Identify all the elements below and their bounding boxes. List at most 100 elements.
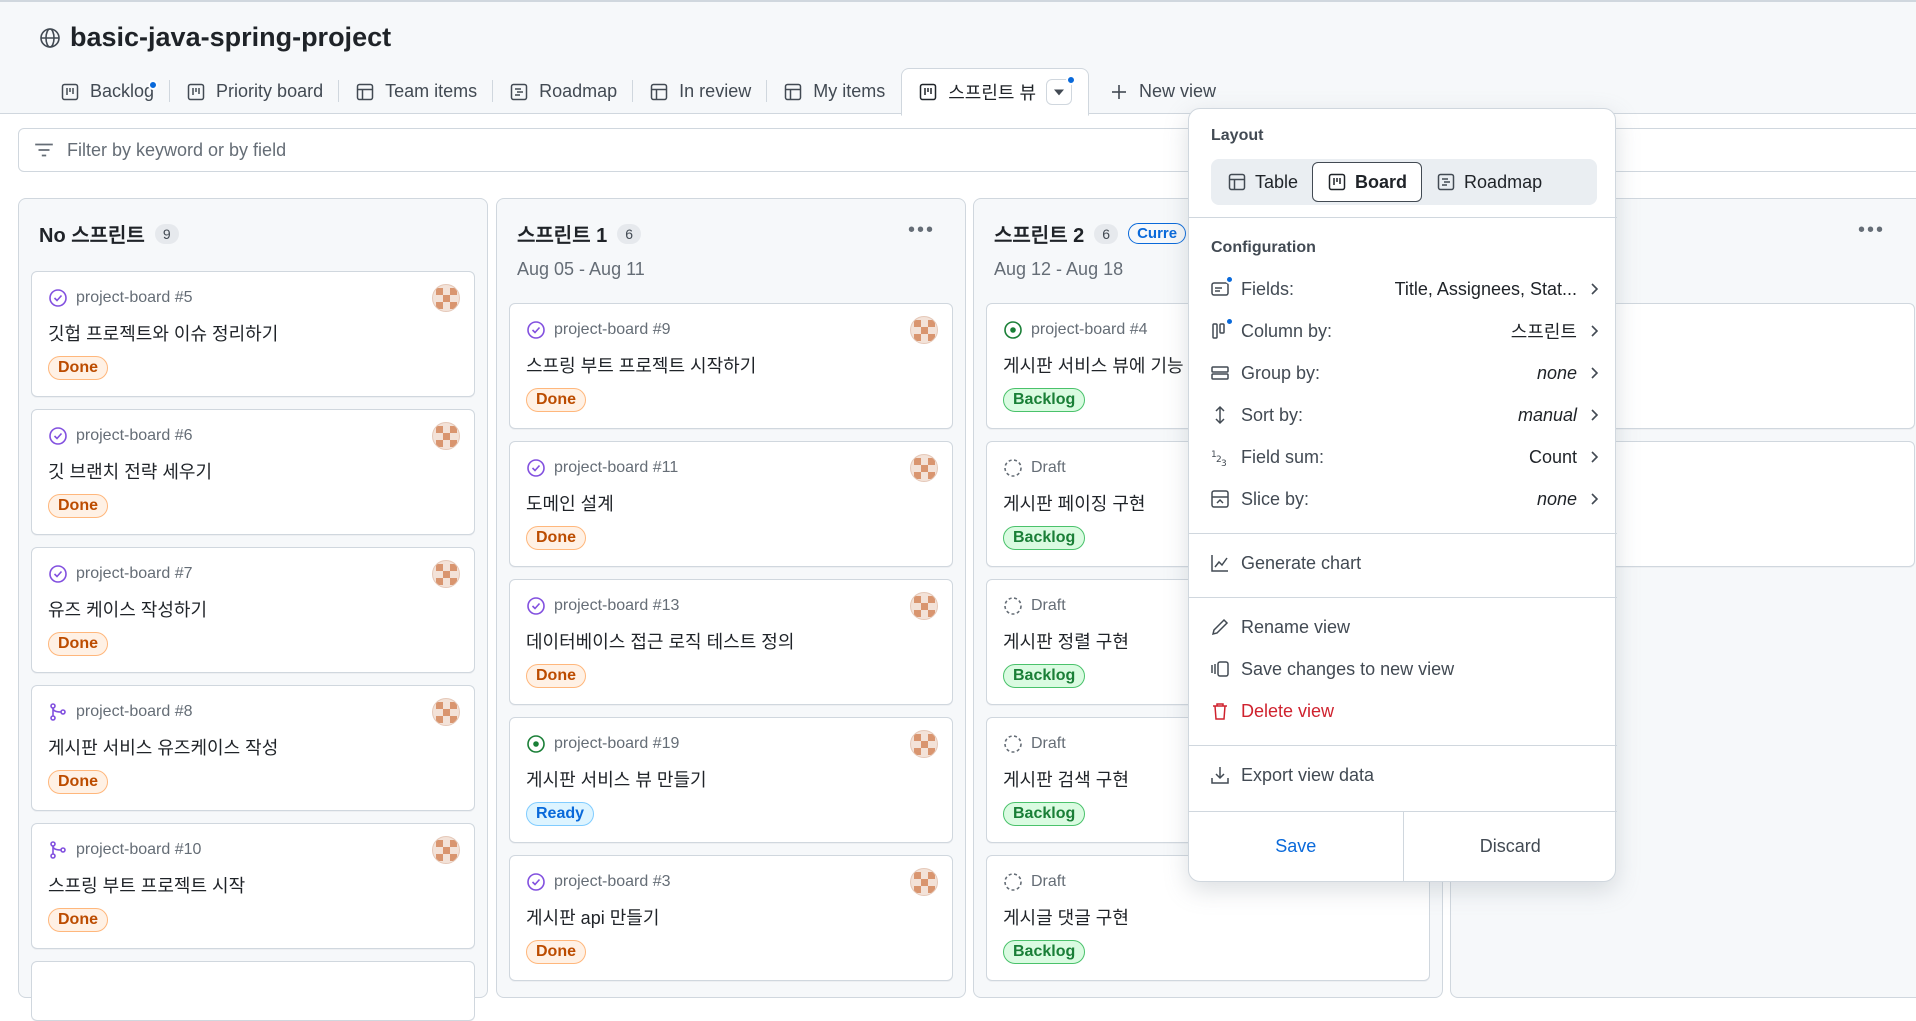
column-count: 9 [154,223,179,244]
column-by-menu-item[interactable]: Column by: 스프린트 [1209,311,1601,351]
status-badge: Done [526,664,586,688]
draft-icon [1004,735,1022,753]
tab-roadmap[interactable]: Roadmap [493,68,634,115]
card-meta: project-board #3 [526,872,671,892]
board-card[interactable]: project-board #9 스프링 부트 프로젝트 시작하기 Done [509,303,953,429]
table-icon [784,83,802,100]
avatar [910,868,938,896]
board-icon [919,83,937,101]
save-new-view-menu-item[interactable]: Save changes to new view [1209,649,1601,689]
board-card[interactable] [31,961,475,1021]
card-ref: Draft [1031,873,1066,890]
export-view-menu-item[interactable]: Export view data [1209,755,1601,795]
card-title: 게시판 api 만들기 [526,908,660,928]
card-ref: project-board #13 [554,597,680,614]
tab-label: In review [679,81,752,101]
group-by-menu-item[interactable]: Group by: none [1209,353,1601,393]
project-title: basic-java-spring-project [70,22,392,52]
board-icon [187,83,205,100]
status-badge: Backlog [1003,664,1086,688]
board-card[interactable]: project-board #10 스프링 부트 프로젝트 시작 Done [31,823,475,949]
tab-my-items[interactable]: My items [767,68,901,115]
tab-priority-board[interactable]: Priority board [170,68,340,115]
unsaved-dot [148,80,158,90]
layout-roadmap-button[interactable]: Roadmap [1422,162,1556,202]
new-view-label: New view [1139,81,1217,101]
board-card[interactable]: project-board #13 데이터베이스 접근 로직 테스트 정의 Do… [509,579,953,705]
sort-icon [1209,404,1231,426]
column-dates: Aug 05 - Aug 11 [517,259,645,279]
field-sum-menu-item[interactable]: 123 Field sum: Count [1209,437,1601,477]
trash-icon [1209,700,1231,722]
column-icon [1209,317,1234,342]
column-title: 스프린트 2 [994,225,1085,247]
column-menu-button[interactable]: ••• [1858,219,1885,242]
board-card[interactable]: project-board #6 깃 브랜치 전략 세우기 Done [31,409,475,535]
status-badge: Done [526,940,586,964]
layout-label-text: Table [1255,171,1299,192]
closed-issue-icon [49,565,67,583]
avatar [432,284,460,312]
slice-by-label: Slice by: [1241,488,1310,509]
tab-label: Priority board [216,81,324,101]
card-meta: project-board #4 [1003,320,1148,340]
generate-chart-label: Generate chart [1241,552,1362,573]
column-title: 스프린트 1 [517,225,608,247]
card-meta: project-board #5 [48,288,193,308]
board-card[interactable]: project-board #5 깃헙 프로젝트와 이슈 정리하기 Done [31,271,475,397]
configuration-label: Configuration [1211,239,1316,256]
column-by-value: 스프린트 [1510,322,1577,342]
column-header: 스프린트 2 6 Curre [994,219,1187,248]
download-icon [1209,764,1231,786]
board-card[interactable]: project-board #8 게시판 서비스 유즈케이스 작성 Done [31,685,475,811]
tab-backlog[interactable]: Backlog [44,68,171,115]
board-card[interactable]: project-board #19 게시판 서비스 뷰 만들기 Ready [509,717,953,843]
tab-sprint-view[interactable]: 스프린트 뷰 [901,68,1090,116]
tab-team-items[interactable]: Team items [339,68,494,115]
generate-chart-menu-item[interactable]: Generate chart [1209,543,1601,583]
status-badge: Done [48,494,108,518]
chevron-right-icon [1591,283,1599,295]
card-meta: Draft [1003,872,1066,892]
save-button[interactable]: Save [1189,812,1404,881]
discard-button[interactable]: Discard [1404,812,1618,881]
open-issue-icon [527,735,545,753]
card-meta: project-board #10 [48,840,201,860]
board-card[interactable]: project-board #7 유즈 케이스 작성하기 Done [31,547,475,673]
card-title: 게시판 페이징 구현 [1003,494,1146,514]
open-issue-icon [1004,321,1022,339]
column-count: 6 [617,223,642,244]
sort-by-menu-item[interactable]: Sort by: manual [1209,395,1601,435]
tab-in-review[interactable]: In review [633,68,768,115]
closed-issue-icon [49,427,67,445]
layout-table-button[interactable]: Table [1213,162,1312,202]
card-ref: Draft [1031,597,1066,614]
fields-icon [1209,275,1234,300]
status-badge: Done [48,356,108,380]
column-header: No 스프린트 9 [39,219,179,248]
sort-by-label: Sort by: [1241,404,1304,425]
board-card[interactable]: project-board #3 게시판 api 만들기 Done [509,855,953,981]
card-title: 데이터베이스 접근 로직 테스트 정의 [526,632,795,652]
tab-label: Roadmap [539,81,618,101]
fields-menu-item[interactable]: Fields: Title, Assignees, Stat... [1209,269,1601,309]
filter-input[interactable]: Filter by keyword or by field [18,128,1916,172]
draft-icon [1004,597,1022,615]
column-dates: Aug 12 - Aug 18 [994,259,1124,279]
board-icon [61,83,79,100]
rename-view-menu-item[interactable]: Rename view [1209,607,1601,647]
card-title: 깃 브랜치 전략 세우기 [48,462,213,482]
rename-view-label: Rename view [1241,616,1351,637]
board-column: No 스프린트 9 project-board #5 깃헙 프로젝트와 이슈 정… [18,198,488,1021]
column-menu-button[interactable]: ••• [908,219,935,242]
menu-divider [1189,745,1617,746]
board-card[interactable]: project-board #11 도메인 설계 Done [509,441,953,567]
slice-by-menu-item[interactable]: Slice by: none [1209,479,1601,519]
card-meta: project-board #8 [48,702,193,722]
card-meta: Draft [1003,596,1066,616]
fields-value: Title, Assignees, Stat... [1394,278,1577,299]
layout-board-button[interactable]: Board [1312,162,1423,202]
delete-view-menu-item[interactable]: Delete view [1209,691,1601,731]
status-badge: Backlog [1003,526,1086,550]
view-options-button[interactable] [1046,75,1077,105]
